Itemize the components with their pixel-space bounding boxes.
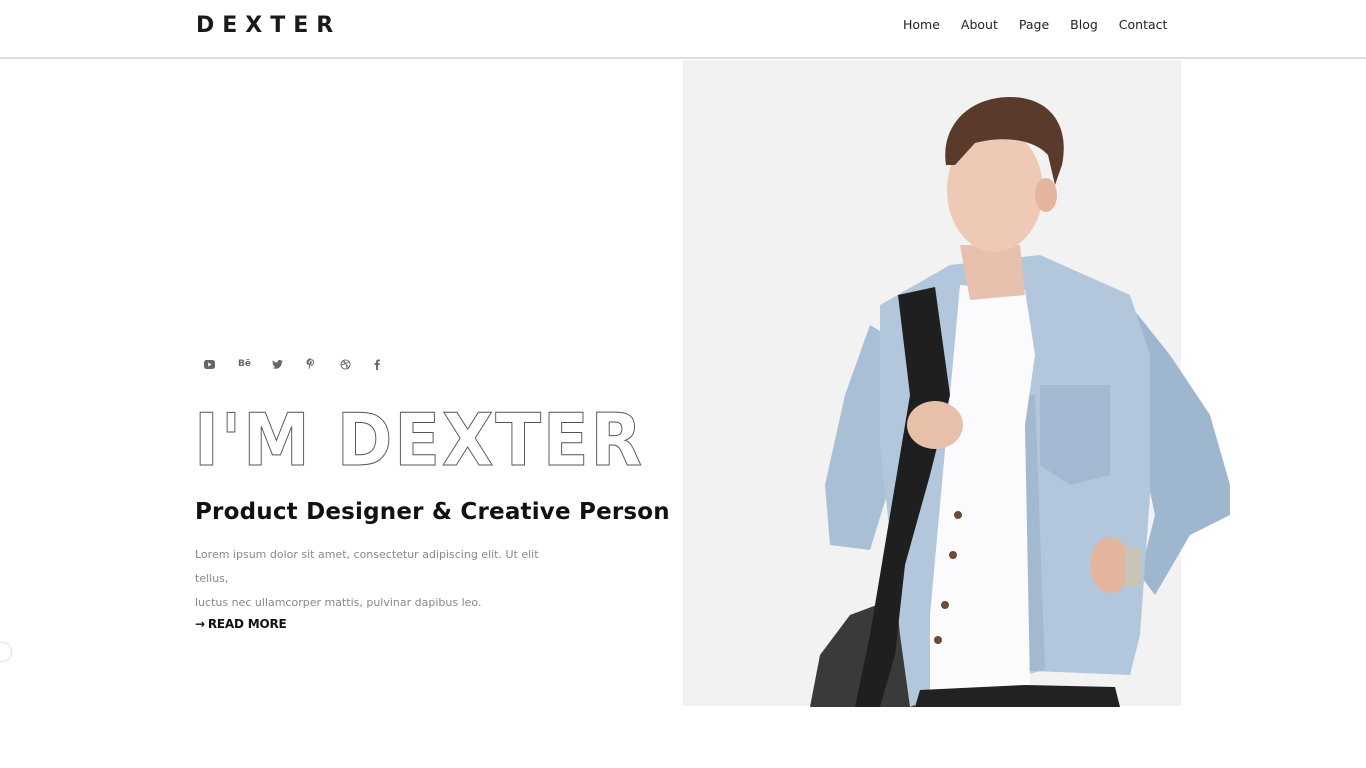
nav-blog[interactable]: Blog <box>1070 17 1098 32</box>
hero-photo <box>810 97 1230 707</box>
side-scroll-handle[interactable] <box>0 642 12 662</box>
hand <box>907 401 963 449</box>
hero-description: Lorem ipsum dolor sit amet, consectetur … <box>195 543 575 615</box>
hero-description-line-1: Lorem ipsum dolor sit amet, consectetur … <box>195 548 539 585</box>
nav-contact[interactable]: Contact <box>1119 17 1168 32</box>
twitter-icon[interactable] <box>272 356 306 372</box>
read-more-button[interactable]: → READ MORE <box>195 617 287 631</box>
arrow-right-icon: → <box>195 617 205 631</box>
hero-subtitle: Product Designer & Creative Person <box>195 499 670 525</box>
dribbble-icon[interactable] <box>340 356 374 372</box>
nav-page[interactable]: Page <box>1019 17 1049 32</box>
main-nav: Home About Page Blog Contact <box>903 17 1167 32</box>
nav-home[interactable]: Home <box>903 17 940 32</box>
behance-icon[interactable]: Bē <box>238 356 272 372</box>
nav-about[interactable]: About <box>961 17 998 32</box>
facebook-icon[interactable] <box>374 356 408 372</box>
site-logo[interactable]: DEXTER <box>196 13 341 38</box>
youtube-icon[interactable] <box>204 356 238 372</box>
pinterest-icon[interactable] <box>306 356 340 372</box>
read-more-label: READ MORE <box>207 617 287 631</box>
social-links: Bē <box>204 356 408 372</box>
hero-title: I'M DEXTER <box>194 398 644 482</box>
site-header: DEXTER Home About Page Blog Contact <box>0 0 1366 59</box>
hero-description-line-2: luctus nec ullamcorper mattis, pulvinar … <box>195 596 482 609</box>
